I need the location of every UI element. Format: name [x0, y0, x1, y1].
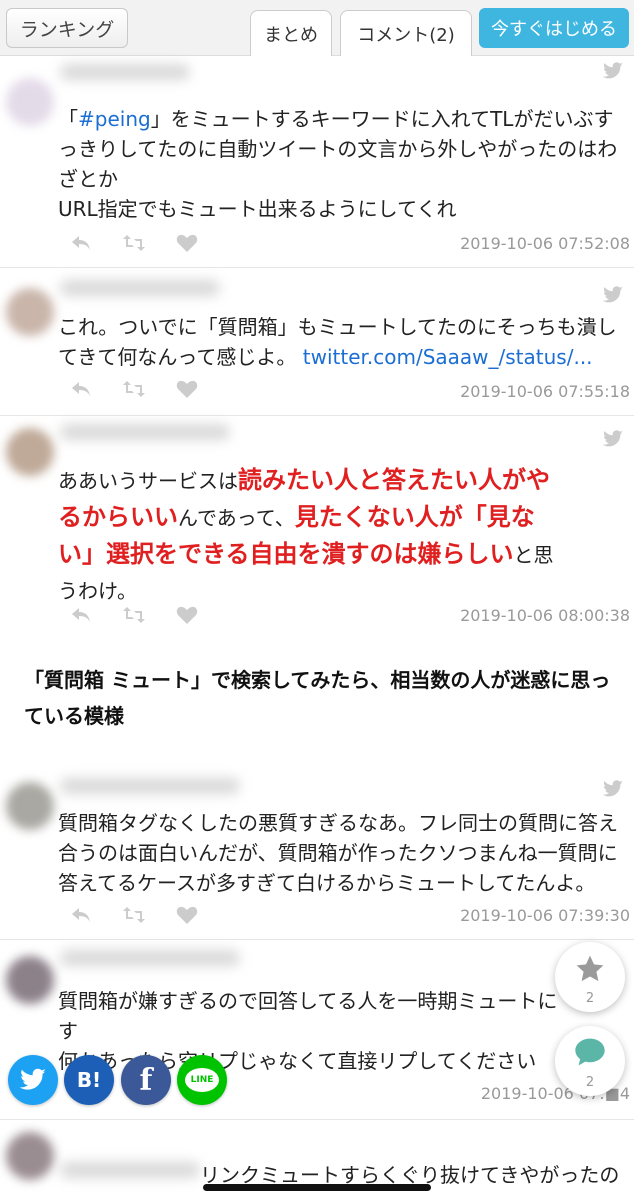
- tweet-text: 質問箱タグなくしたの悪質すぎるなあ。フレ同士の質問に答え 合うのは面白いんだが、…: [58, 808, 628, 898]
- line-icon: LINE: [185, 1068, 219, 1092]
- tweet-line: URL指定でもミュート出来るようにしてくれ: [58, 197, 457, 221]
- tweet-line: 合うのは面白いんだが、質問箱が作ったクソつまんね一質問に: [58, 841, 618, 865]
- tweet-line: ああいうサービスは読みたい人と答えたい人がや: [58, 462, 628, 499]
- twitter-bird-icon[interactable]: [602, 780, 624, 798]
- tweet-line: るからいいんであって、見たくない人が「見な: [58, 499, 628, 536]
- like-icon[interactable]: [176, 234, 198, 252]
- tweet-link[interactable]: twitter.com/Saaaw_/status/...: [303, 345, 593, 369]
- ranking-button[interactable]: ランキング: [6, 8, 128, 48]
- username[interactable]: [60, 64, 190, 80]
- twitter-bird-icon[interactable]: [602, 286, 624, 304]
- share-twitter-button[interactable]: [8, 1055, 58, 1105]
- tweet-line: い」選択をできる自由を潰すのは嫌らしいと思: [58, 536, 628, 573]
- favorite-count: 2: [585, 991, 595, 1006]
- tweet-actions: [70, 234, 198, 252]
- hashtag-link[interactable]: #peing: [78, 107, 151, 131]
- reply-icon[interactable]: [70, 234, 92, 252]
- avatar[interactable]: [6, 1132, 54, 1180]
- share-hatena-button[interactable]: B!: [64, 1055, 114, 1105]
- top-bar: ランキング まとめ コメント(2) 今すぐはじめる: [0, 0, 634, 56]
- tweet-timestamp[interactable]: 2019-10-06 07:55:18: [460, 382, 630, 401]
- tweet-text: 「#peing」をミュートするキーワードに入れてTLがだいぶす っきりしてたのに…: [58, 104, 628, 224]
- twitter-bird-icon[interactable]: [602, 62, 624, 80]
- tweet-actions: [70, 606, 198, 624]
- username[interactable]: [60, 778, 240, 794]
- highlight-text: い」選択をできる自由を潰すのは嫌らしい: [58, 540, 514, 568]
- tweet-line: 質問箱が嫌すぎるので回答してる人を一時期ミュートに: [58, 989, 558, 1013]
- tweet-line: うわけ。: [58, 579, 137, 603]
- avatar[interactable]: [6, 782, 54, 830]
- tweet-segment: ああいうサービスは: [58, 469, 238, 493]
- tweet-text: これ。ついでに「質問箱」もミュートしてたのにそっちも潰し てきて何なんって感じよ…: [58, 312, 628, 372]
- username[interactable]: [60, 950, 240, 966]
- share-facebook-button[interactable]: f: [121, 1055, 171, 1105]
- tweet-line: っきりしてたのに自動ツイートの文言から外しやがったのはわ: [58, 137, 618, 161]
- highlight-text: 読みたい人と答えたい人がや: [238, 466, 550, 494]
- tweet-segment: んであって、: [178, 506, 295, 530]
- star-icon: [576, 955, 604, 982]
- share-line-button[interactable]: LINE: [177, 1055, 227, 1105]
- tweet-text: ああいうサービスは読みたい人と答えたい人がや るからいいんであって、見たくない人…: [58, 462, 628, 609]
- retweet-icon[interactable]: [122, 906, 146, 924]
- tweet-card: 「#peing」をミュートするキーワードに入れてTLがだいぶす っきりしてたのに…: [0, 56, 634, 268]
- tweet-line: 「#peing」をミュートするキーワードに入れてTLがだいぶす: [58, 107, 614, 131]
- twitter-bird-icon: [19, 1068, 46, 1090]
- tweet-actions: [70, 380, 198, 398]
- tweet-card: ああいうサービスは読みたい人と答えたい人がや るからいいんであって、見たくない人…: [0, 416, 634, 638]
- username[interactable]: [60, 280, 220, 296]
- username[interactable]: [60, 424, 230, 440]
- reply-icon[interactable]: [70, 380, 92, 398]
- retweet-icon[interactable]: [122, 606, 146, 624]
- tweet-line: 質問箱タグなくしたの悪質すぎるなあ。フレ同士の質問に答え: [58, 811, 618, 835]
- like-icon[interactable]: [176, 906, 198, 924]
- twitter-bird-icon[interactable]: [602, 430, 624, 448]
- section-heading: 「質問箱 ミュート」で検索してみたら、相当数の人が迷惑に思っている模様: [24, 668, 611, 728]
- retweet-icon[interactable]: [122, 380, 146, 398]
- avatar[interactable]: [6, 288, 54, 336]
- reply-icon[interactable]: [70, 606, 92, 624]
- tweet-actions: [70, 906, 198, 924]
- tweet-timestamp[interactable]: 2019-10-06 07:52:08: [460, 234, 630, 253]
- tweet-line: 答えてるケースが多すぎて白けるからミュートしてたんよ。: [58, 871, 596, 895]
- tab-comment[interactable]: コメント(2): [340, 10, 472, 56]
- username[interactable]: [60, 1162, 200, 1178]
- avatar[interactable]: [6, 956, 54, 1004]
- tweet-card: これ。ついでに「質問箱」もミュートしてたのにそっちも潰し てきて何なんって感じよ…: [0, 268, 634, 416]
- comment-count: 2: [585, 1075, 595, 1090]
- highlight-text: 見たくない人が「見な: [294, 503, 535, 531]
- tweet-timestamp[interactable]: 2019-10-06 08:00:38: [460, 606, 630, 625]
- avatar[interactable]: [6, 428, 54, 476]
- tweet-line: ざとか: [58, 167, 118, 191]
- comment-bubble-icon: [575, 1038, 605, 1066]
- tweet-segment: と思: [513, 543, 554, 567]
- avatar[interactable]: [6, 78, 54, 126]
- reply-icon[interactable]: [70, 906, 92, 924]
- tweet-line-text: てきて何なんって感じよ。: [58, 345, 297, 369]
- like-icon[interactable]: [176, 380, 198, 398]
- tweet-timestamp[interactable]: 2019-10-06 07:39:30: [460, 906, 630, 925]
- tweet-line: これ。ついでに「質問箱」もミュートしてたのにそっちも潰し: [58, 315, 617, 339]
- favorite-button[interactable]: 2: [555, 942, 625, 1012]
- tab-matome[interactable]: まとめ: [250, 10, 332, 56]
- tweet-line: す: [58, 1019, 78, 1043]
- highlight-text: るからいい: [58, 503, 178, 531]
- retweet-icon[interactable]: [122, 234, 146, 252]
- start-now-button[interactable]: 今すぐはじめる: [479, 8, 629, 48]
- like-icon[interactable]: [176, 606, 198, 624]
- tweet-line: てきて何なんって感じよ。 twitter.com/Saaaw_/status/.…: [58, 342, 628, 372]
- home-indicator[interactable]: [203, 1184, 431, 1191]
- comment-button[interactable]: 2: [555, 1026, 625, 1096]
- tweet-card: 質問箱タグなくしたの悪質すぎるなあ。フレ同士の質問に答え 合うのは面白いんだが、…: [0, 770, 634, 940]
